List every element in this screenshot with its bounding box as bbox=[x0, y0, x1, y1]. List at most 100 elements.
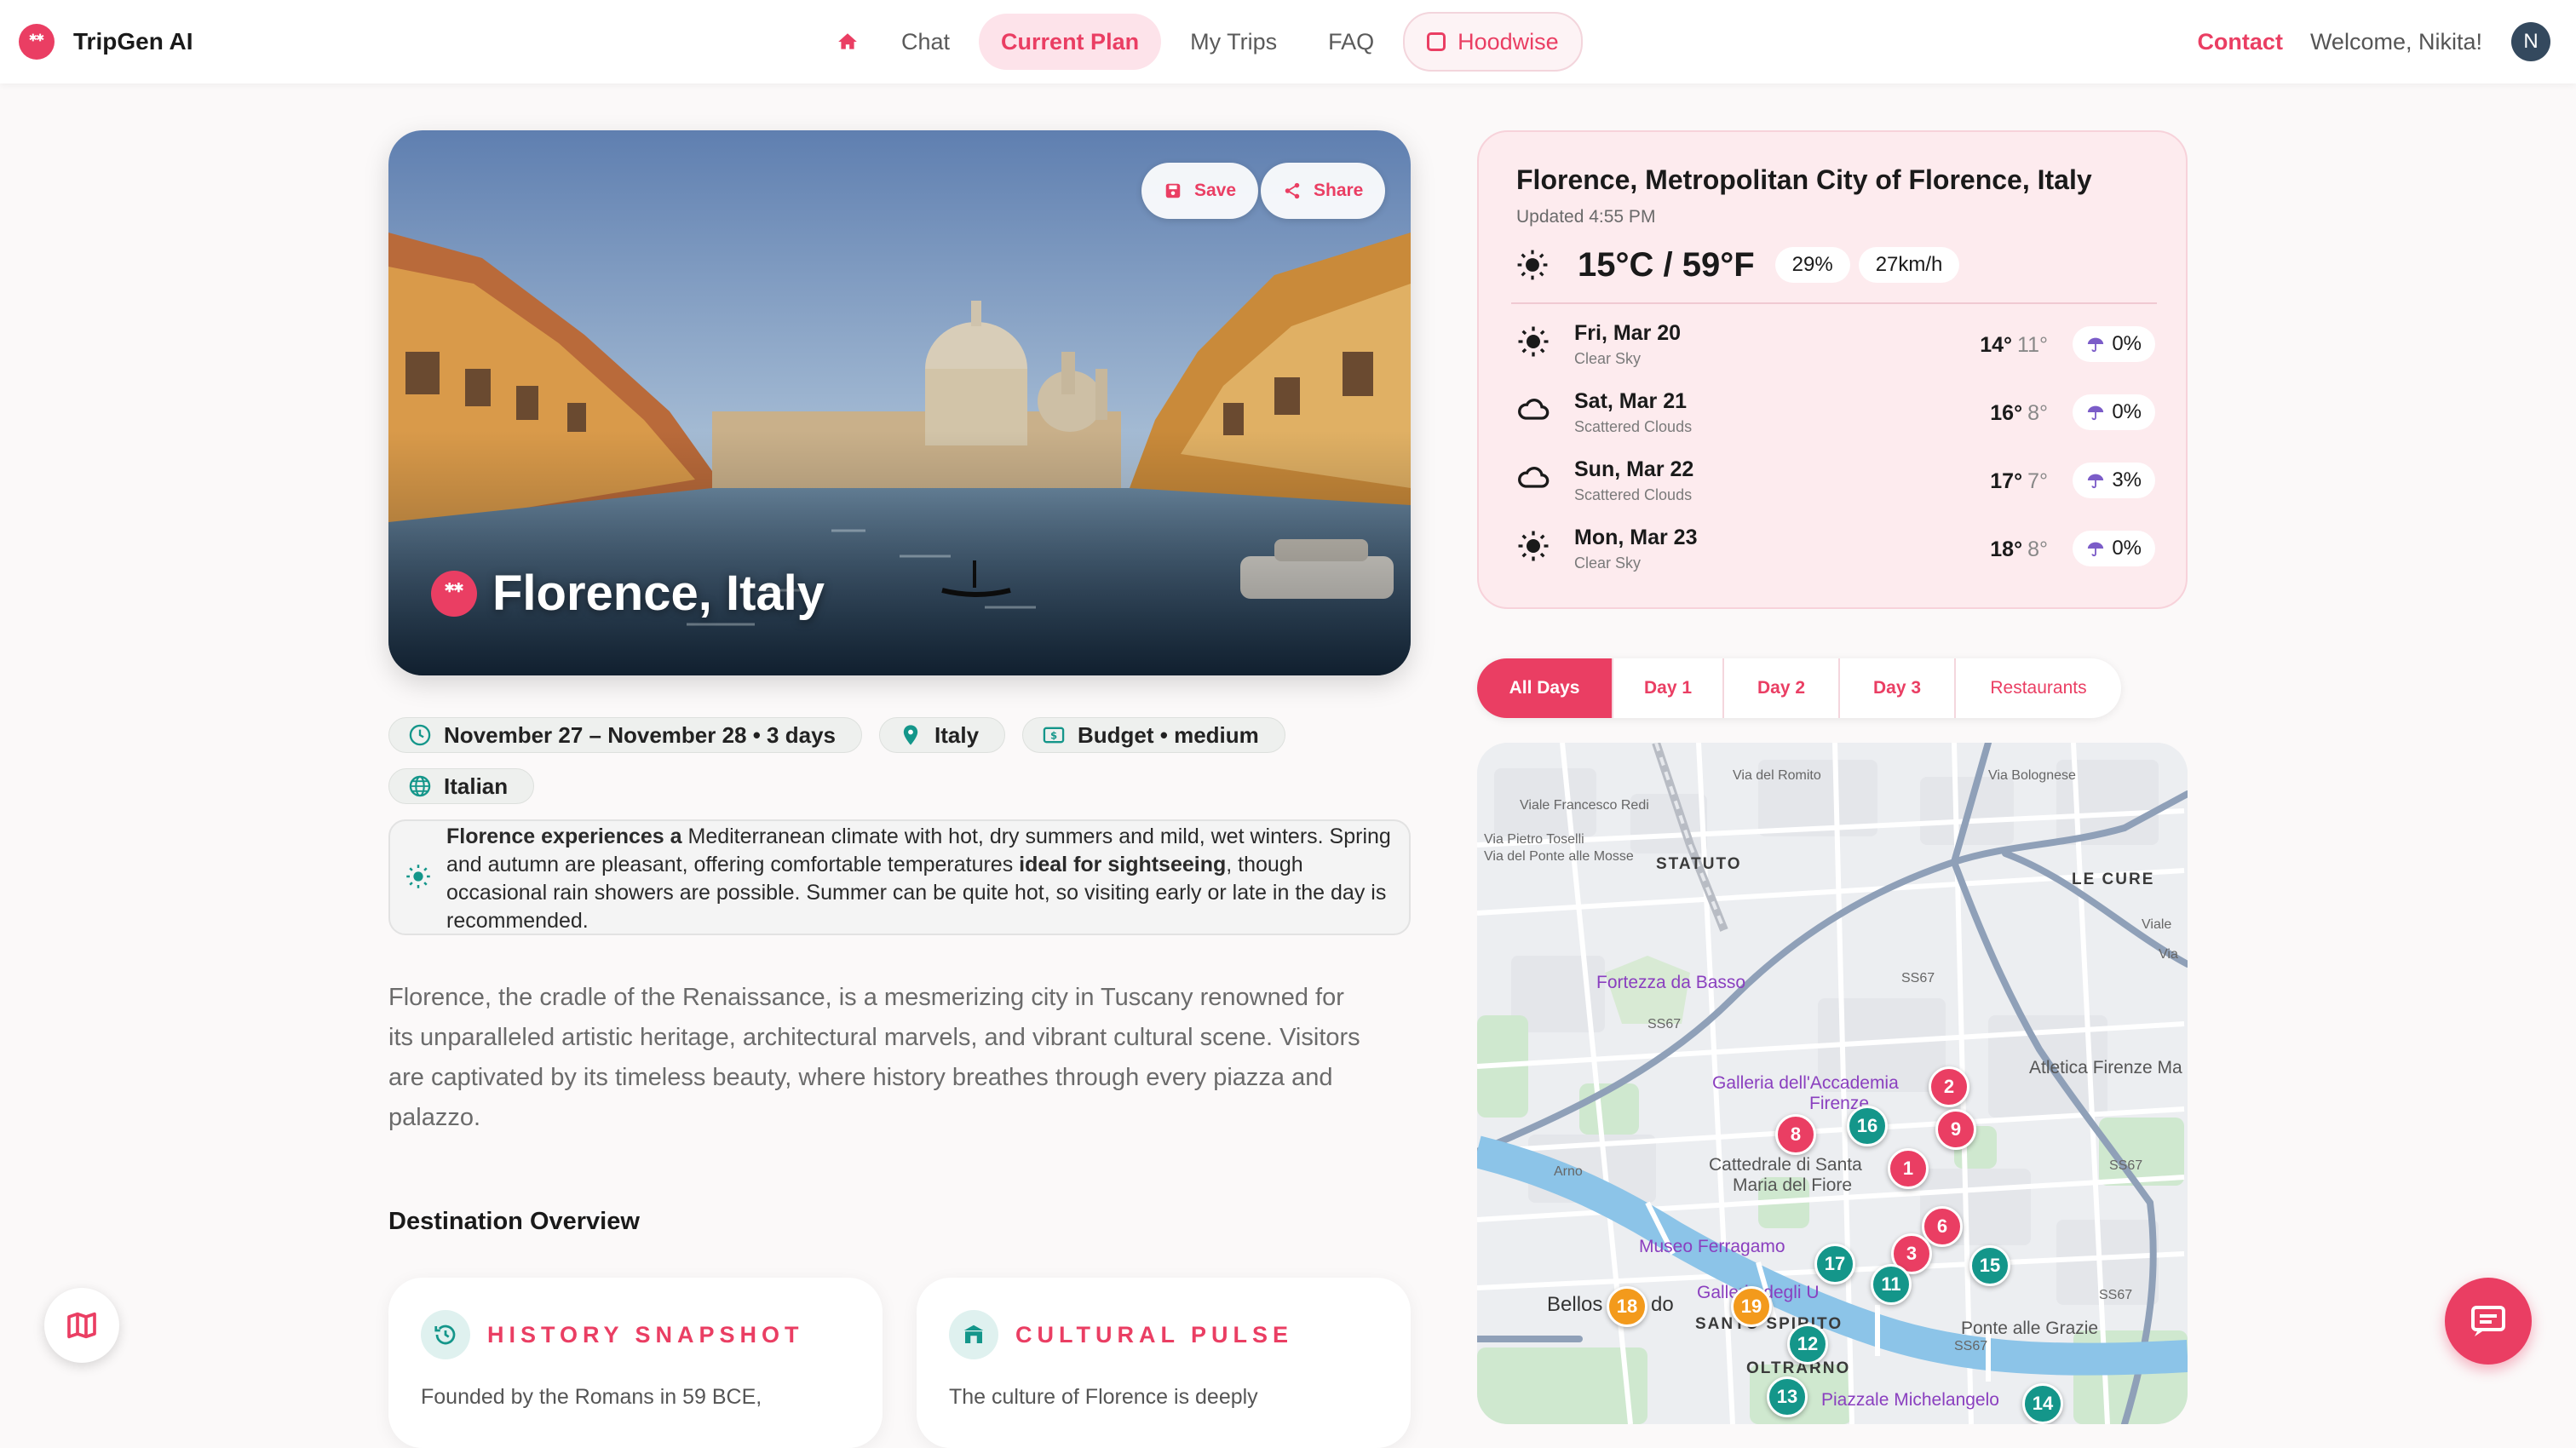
forecast-high: 17° bbox=[1990, 469, 2023, 493]
map-label-via-romito: Via del Romito bbox=[1733, 768, 1821, 783]
climate-text: Florence experiences a Mediterranean cli… bbox=[446, 821, 1409, 935]
weather-location: Florence, Metropolitan City of Florence,… bbox=[1516, 164, 2092, 195]
nav-hoodwise[interactable]: Hoodwise bbox=[1403, 12, 1583, 72]
tab-day-1[interactable]: Day 1 bbox=[1613, 658, 1724, 718]
map-label-ss67-e: SS67 bbox=[1954, 1339, 1988, 1353]
home-icon[interactable] bbox=[816, 14, 879, 70]
wind-pill: 27km/h bbox=[1858, 247, 1960, 283]
tab-all-days[interactable]: All Days bbox=[1477, 658, 1613, 718]
country-text: Italy bbox=[934, 721, 980, 748]
forecast-high: 16° bbox=[1990, 401, 2023, 425]
save-label: Save bbox=[1194, 181, 1237, 200]
map-icon bbox=[67, 1312, 96, 1339]
humidity-pill: 29% bbox=[1774, 247, 1850, 283]
forecast-desc: Clear Sky bbox=[1574, 554, 1642, 572]
sun-icon bbox=[1517, 250, 1548, 280]
save-button[interactable]: Save bbox=[1141, 163, 1259, 219]
map-label-ss67-d: SS67 bbox=[2099, 1288, 2133, 1302]
map-pin[interactable]: 14 bbox=[2022, 1383, 2063, 1424]
map-label-via-toselli: Via Pietro Toselli bbox=[1484, 832, 1584, 847]
weather-updated: Updated 4:55 PM bbox=[1516, 207, 1656, 227]
history-icon bbox=[421, 1310, 470, 1359]
destination-intro: Florence, the cradle of the Renaissance,… bbox=[388, 984, 1360, 1131]
museum-icon bbox=[949, 1310, 998, 1359]
map-pin[interactable]: 2 bbox=[1929, 1066, 1969, 1107]
forecast-rain: 0% bbox=[2073, 394, 2155, 430]
map-label-statuto: STATUTO bbox=[1656, 855, 1742, 873]
map-pin[interactable]: 17 bbox=[1814, 1244, 1855, 1284]
share-icon bbox=[1285, 182, 1300, 199]
forecast-temps: 16° 8° bbox=[1990, 401, 2048, 426]
map-pin[interactable]: 18 bbox=[1607, 1286, 1647, 1327]
forecast-high: 18° bbox=[1990, 537, 2023, 561]
sun-icon bbox=[406, 865, 430, 888]
map-toggle-button[interactable] bbox=[44, 1288, 119, 1363]
map-pin[interactable]: 12 bbox=[1787, 1324, 1828, 1365]
nav-menu: Chat Current Plan My Trips FAQ Hoodwise bbox=[816, 12, 1590, 72]
map-pin[interactable]: 13 bbox=[1767, 1376, 1808, 1417]
tab-day-3[interactable]: Day 3 bbox=[1840, 658, 1956, 718]
history-card[interactable]: HISTORY SNAPSHOT Founded by the Romans i… bbox=[388, 1278, 883, 1448]
forecast-rain: 0% bbox=[2073, 326, 2155, 362]
tab-restaurants[interactable]: Restaurants bbox=[1956, 658, 2121, 718]
forecast-day: Fri, Mar 20 bbox=[1574, 321, 1682, 345]
clock-icon bbox=[409, 724, 431, 746]
nav-current-plan[interactable]: Current Plan bbox=[979, 14, 1162, 70]
map-label-bellosguardo-end: do bbox=[1651, 1293, 1674, 1316]
destination-title: Florence, Italy bbox=[492, 566, 825, 621]
hero-image: Save Share ᕯ Florence, Italy bbox=[388, 130, 1411, 675]
map-pin[interactable]: 11 bbox=[1871, 1264, 1912, 1305]
nav-faq[interactable]: FAQ bbox=[1306, 14, 1396, 70]
contact-link[interactable]: Contact bbox=[2197, 29, 2283, 55]
forecast-low: 8° bbox=[2027, 537, 2048, 561]
map-label-cattedrale-2: Maria del Fiore bbox=[1733, 1175, 1853, 1195]
brand-name: TripGen AI bbox=[73, 28, 193, 55]
umbrella-icon bbox=[2088, 474, 2104, 489]
chat-icon bbox=[2471, 1306, 2505, 1336]
map-label-ss67-c: SS67 bbox=[2109, 1158, 2143, 1173]
map-pin[interactable]: 19 bbox=[1731, 1286, 1772, 1327]
nav-my-trips[interactable]: My Trips bbox=[1168, 14, 1299, 70]
svg-text:$: $ bbox=[1050, 730, 1057, 742]
map-label-galleria-accademia: Galleria dell'Accademia bbox=[1712, 1073, 1899, 1093]
current-weather: 15°C / 59°F 29% 27km/h bbox=[1516, 241, 1968, 289]
forecast-rain-value: 0% bbox=[2112, 537, 2142, 560]
map-pin[interactable]: 8 bbox=[1775, 1114, 1816, 1155]
trip-map[interactable]: Via del Romito Via Bolognese Viale Franc… bbox=[1477, 743, 2188, 1424]
forecast-row: Sun, Mar 22 Scattered Clouds 17° 7° 3% bbox=[1516, 451, 2155, 510]
forecast-day: Sun, Mar 22 bbox=[1574, 457, 1694, 481]
forecast-low: 11° bbox=[2017, 333, 2048, 357]
weather-divider bbox=[1511, 302, 2157, 304]
chat-button[interactable] bbox=[2445, 1278, 2532, 1365]
tripgen-logo-icon: ᕯ bbox=[19, 24, 55, 60]
forecast-rain: 3% bbox=[2073, 463, 2155, 498]
umbrella-icon bbox=[2088, 405, 2104, 421]
cloud-icon bbox=[1518, 467, 1550, 488]
nav-chat[interactable]: Chat bbox=[879, 14, 972, 70]
tab-day-2[interactable]: Day 2 bbox=[1724, 658, 1840, 718]
country-chip: Italy bbox=[879, 717, 1006, 753]
avatar[interactable]: N bbox=[2511, 22, 2550, 61]
map-label-viale: Viale bbox=[2142, 917, 2172, 932]
map-pin[interactable]: 9 bbox=[1935, 1109, 1976, 1150]
forecast-day: Mon, Mar 23 bbox=[1574, 526, 1698, 549]
share-label: Share bbox=[1314, 181, 1364, 200]
map-pin[interactable]: 15 bbox=[1969, 1245, 2010, 1286]
save-icon bbox=[1165, 183, 1181, 198]
top-navbar: ᕯ TripGen AI Chat Current Plan My Trips … bbox=[0, 0, 2576, 83]
weather-card: Florence, Metropolitan City of Florence,… bbox=[1477, 130, 2188, 609]
forecast-temps: 18° 8° bbox=[1990, 537, 2048, 562]
day-tabs: All Days Day 1 Day 2 Day 3 Restaurants bbox=[1477, 658, 2121, 718]
budget-chip: $ Budget • medium bbox=[1022, 717, 1285, 753]
map-pin[interactable]: 1 bbox=[1888, 1148, 1929, 1189]
map-pin[interactable]: 16 bbox=[1847, 1106, 1888, 1146]
share-button[interactable]: Share bbox=[1261, 163, 1386, 219]
map-label-ss67-a: SS67 bbox=[1901, 971, 1935, 985]
forecast-desc: Scattered Clouds bbox=[1574, 418, 1693, 435]
current-temp: 15°C / 59°F bbox=[1578, 245, 1755, 284]
forecast-row: Fri, Mar 20 Clear Sky 14° 11° 0% bbox=[1516, 314, 2155, 374]
culture-card[interactable]: CULTURAL PULSE The culture of Florence i… bbox=[917, 1278, 1411, 1448]
history-card-text: Founded by the Romans in 59 BCE, bbox=[421, 1385, 762, 1409]
brand[interactable]: ᕯ TripGen AI bbox=[19, 24, 193, 60]
money-icon: $ bbox=[1043, 727, 1065, 744]
